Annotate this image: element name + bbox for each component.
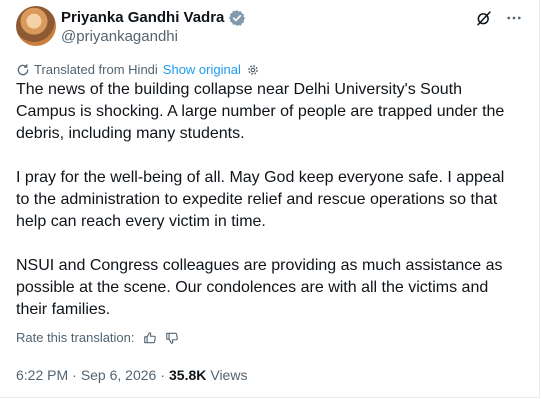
rate-translation: Rate this translation: xyxy=(16,330,179,346)
grok-icon xyxy=(477,11,491,26)
post-top-actions xyxy=(473,7,525,29)
author-name-row: Priyanka Gandhi Vadra xyxy=(61,8,246,27)
post-paragraph-1: The news of the building collapse near D… xyxy=(16,81,505,142)
thumbs-down-icon[interactable] xyxy=(165,331,179,345)
post-card: Priyanka Gandhi Vadra @priyankagandhi Tr… xyxy=(0,0,540,398)
gear-icon[interactable] xyxy=(246,63,260,77)
show-original-link[interactable]: Show original xyxy=(163,62,241,78)
meta-separator: · xyxy=(72,367,77,383)
post-time[interactable]: 6:22 PM xyxy=(16,366,68,384)
views-label: Views xyxy=(210,367,248,383)
meta-separator: · xyxy=(160,367,165,383)
more-horizontal-icon xyxy=(507,16,521,20)
translated-from-label: Translated from Hindi xyxy=(34,62,158,77)
post-paragraph-3: NSUI and Congress colleagues are providi… xyxy=(16,257,503,318)
avatar[interactable] xyxy=(16,6,56,46)
rate-translation-label: Rate this translation: xyxy=(16,330,135,345)
grok-button[interactable] xyxy=(473,7,495,29)
more-options-button[interactable] xyxy=(503,7,525,29)
post-meta: 6:22 PM · Sep 6, 2026 · 35.8K Views xyxy=(16,366,247,384)
author-handle[interactable]: @priyankagandhi xyxy=(61,27,178,46)
thumbs-up-icon[interactable] xyxy=(143,331,157,345)
post-paragraph-2: I pray for the well-being of all. May Go… xyxy=(16,169,505,230)
translation-notice: Translated from Hindi Show original xyxy=(16,62,260,78)
translate-icon xyxy=(17,64,29,76)
verified-badge-icon xyxy=(229,9,246,26)
views-count[interactable]: 35.8K xyxy=(169,366,206,384)
post-date[interactable]: Sep 6, 2026 xyxy=(81,366,157,384)
post-text: The news of the building collapse near D… xyxy=(16,79,521,343)
author-name[interactable]: Priyanka Gandhi Vadra xyxy=(61,8,224,27)
